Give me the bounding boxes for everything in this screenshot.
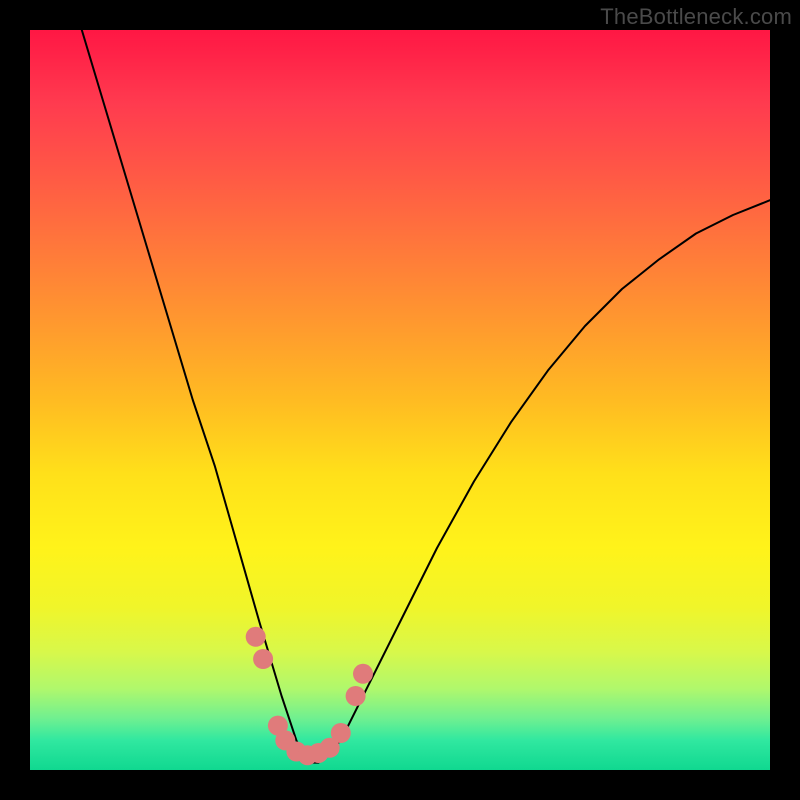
data-marker [331, 723, 351, 743]
data-marker [346, 686, 366, 706]
chart-frame: TheBottleneck.com [0, 0, 800, 800]
plot-area [30, 30, 770, 770]
data-marker [353, 664, 373, 684]
data-marker [246, 627, 266, 647]
watermark-text: TheBottleneck.com [600, 4, 792, 30]
plot-svg [30, 30, 770, 770]
curve-line [82, 30, 770, 763]
data-marker [253, 649, 273, 669]
